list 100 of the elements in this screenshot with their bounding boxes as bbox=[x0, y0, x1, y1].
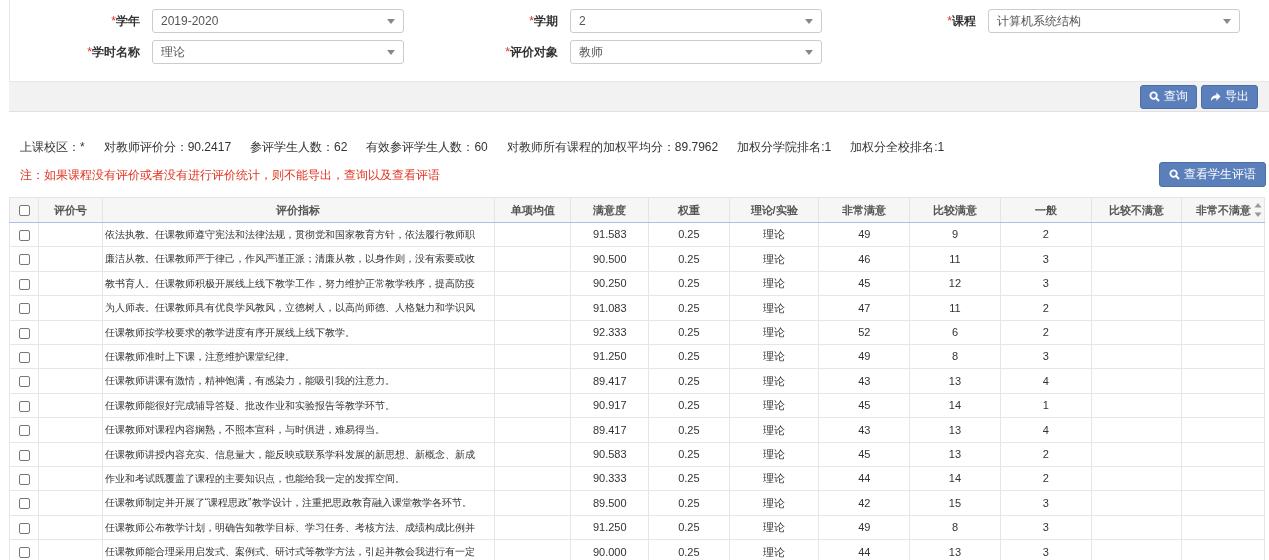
row-checkbox[interactable] bbox=[18, 352, 30, 363]
table-cell: 理论 bbox=[763, 252, 786, 265]
table-cell: 6 bbox=[951, 326, 959, 338]
table-cell: 廉洁从教。任课教师严于律己，作风严谨正派；清廉从教，以身作则，没有索要或收 bbox=[104, 253, 475, 265]
row-checkbox[interactable] bbox=[18, 278, 30, 290]
column-header[interactable]: 理论/实验 bbox=[729, 197, 819, 223]
table-cell: 91.250 bbox=[592, 521, 627, 534]
table-cell: 0.25 bbox=[678, 277, 700, 290]
column-header[interactable]: 一般 bbox=[1000, 197, 1092, 223]
row-checkbox[interactable] bbox=[18, 303, 30, 315]
column-header[interactable]: 非常满意 bbox=[818, 197, 910, 223]
column-header[interactable]: 评价号 bbox=[38, 197, 103, 223]
row-checkbox[interactable] bbox=[18, 230, 30, 242]
column-header[interactable]: 比较不满意 bbox=[1091, 197, 1182, 223]
table-cell: 理论 bbox=[763, 399, 786, 412]
row-checkbox[interactable] bbox=[18, 425, 30, 437]
table-cell: 90.500 bbox=[592, 252, 627, 265]
table-cell: 0.25 bbox=[678, 228, 700, 241]
field-label: *学年 bbox=[110, 13, 141, 30]
table-cell: 13 bbox=[948, 545, 962, 558]
dropdown-field[interactable]: 2 bbox=[570, 9, 822, 33]
scroll-arrows-icon[interactable] bbox=[1254, 202, 1262, 218]
table-cell: 理论 bbox=[763, 374, 786, 387]
table-cell: 91.083 bbox=[592, 301, 627, 314]
stat-text: 加权分全校排名:1 bbox=[850, 139, 945, 156]
table-cell: 教书育人。任课教师积极开展线上线下教学工作，努力维护正常教学秩序，提高防疫 bbox=[104, 277, 475, 289]
search-icon bbox=[1149, 91, 1160, 102]
stat-text: 对教师所有课程的加权平均分：89.7962 bbox=[506, 139, 719, 156]
table-cell: 理论 bbox=[763, 301, 786, 314]
column-header[interactable]: 单项均值 bbox=[494, 197, 571, 223]
table-cell: 理论 bbox=[763, 277, 786, 290]
table-cell: 89.500 bbox=[592, 496, 627, 509]
table-cell: 47 bbox=[858, 301, 871, 314]
table-cell: 0.25 bbox=[678, 472, 700, 485]
table-cell: 91.583 bbox=[592, 228, 627, 241]
row-checkbox[interactable] bbox=[18, 547, 30, 559]
warning-note: 注：如果课程没有评价或者没有进行评价统计，则不能导出，查询以及查看评语 bbox=[20, 166, 440, 184]
table-cell: 4 bbox=[1042, 374, 1049, 387]
table-cell: 0.25 bbox=[678, 350, 700, 363]
dropdown-field[interactable]: 教师 bbox=[570, 40, 822, 64]
field-label: *课程 bbox=[946, 13, 977, 30]
row-checkbox[interactable] bbox=[18, 522, 30, 534]
column-header[interactable]: 评价指标 bbox=[102, 197, 495, 223]
table-cell: 理论 bbox=[763, 545, 786, 558]
table-cell: 42 bbox=[858, 496, 871, 509]
table-cell: 任课教师能合理采用启发式、案例式、研讨式等教学方法，引起并教会我进行有一定 bbox=[104, 546, 475, 558]
table-cell: 理论 bbox=[763, 447, 786, 460]
table-cell: 理论 bbox=[763, 496, 786, 509]
column-header[interactable]: 满意度 bbox=[570, 197, 649, 223]
row-checkbox[interactable] bbox=[18, 376, 30, 388]
row-checkbox[interactable] bbox=[18, 449, 30, 461]
table-cell: 0.25 bbox=[678, 521, 700, 534]
table-cell: 52 bbox=[858, 326, 871, 338]
table-cell: 任课教师按学校要求的教学进度有序开展线上线下教学。 bbox=[104, 326, 355, 338]
row-checkbox[interactable] bbox=[18, 327, 30, 339]
table-cell: 依法执教。任课教师遵守宪法和法律法规，贯彻党和国家教育方针，依法履行教师职 bbox=[104, 229, 475, 241]
caret-icon bbox=[1223, 18, 1231, 24]
table-cell: 理论 bbox=[763, 228, 786, 241]
table-cell: 任课教师对课程内容娴熟，不照本宣科，与时俱进，难易得当。 bbox=[104, 424, 385, 436]
table-cell: 理论 bbox=[763, 423, 786, 436]
stat-text: 参评学生人数：62 bbox=[250, 139, 348, 156]
row-checkbox[interactable] bbox=[18, 254, 30, 266]
export-button[interactable]: 导出 bbox=[1201, 84, 1258, 109]
row-checkbox[interactable] bbox=[18, 498, 30, 510]
column-header[interactable]: 比较满意 bbox=[909, 197, 1001, 223]
table-cell: 3 bbox=[1042, 252, 1049, 265]
table-cell: 12 bbox=[948, 277, 962, 290]
table-cell: 90.000 bbox=[592, 545, 627, 558]
table-cell: 90.333 bbox=[592, 472, 627, 485]
table-cell: 14 bbox=[948, 399, 962, 412]
table-cell: 理论 bbox=[763, 521, 786, 534]
search-icon bbox=[1169, 169, 1180, 180]
table-cell: 2 bbox=[1042, 447, 1049, 460]
table-cell: 任课教师讲课有激情，精神饱满，有感染力，能吸引我的注意力。 bbox=[104, 375, 395, 387]
table-cell: 3 bbox=[1042, 545, 1049, 558]
stat-text: 对教师评价分：90.2417 bbox=[103, 139, 232, 156]
table-cell: 任课教师能很好完成辅导答疑、批改作业和实验报告等教学环节。 bbox=[104, 399, 395, 411]
table-cell: 90.250 bbox=[592, 277, 627, 290]
dropdown-field[interactable]: 计算机系统结构 bbox=[988, 9, 1240, 33]
column-header[interactable]: 权重 bbox=[648, 197, 730, 223]
select-all-checkbox[interactable] bbox=[18, 205, 30, 217]
dropdown-field[interactable]: 2019-2020 bbox=[152, 9, 404, 33]
table-cell: 45 bbox=[858, 399, 871, 412]
table-cell: 4 bbox=[1042, 423, 1049, 436]
row-checkbox[interactable] bbox=[18, 473, 30, 485]
stat-text: 有效参评学生人数：60 bbox=[366, 139, 488, 156]
search-button[interactable]: 查询 bbox=[1140, 84, 1197, 109]
table-cell: 13 bbox=[948, 423, 962, 436]
table-cell: 14 bbox=[948, 472, 962, 485]
table-cell: 任课教师制定并开展了“课程思政”教学设计，注重把思政教育融入课堂教学各环节。 bbox=[104, 497, 472, 509]
table-cell: 13 bbox=[948, 374, 962, 387]
table-cell: 0.25 bbox=[678, 252, 700, 265]
row-checkbox[interactable] bbox=[18, 400, 30, 412]
table-cell: 44 bbox=[858, 545, 871, 558]
view-comments-button[interactable]: 查看学生评语 bbox=[1159, 162, 1266, 187]
table-cell: 89.417 bbox=[592, 374, 627, 387]
table-cell: 0.25 bbox=[678, 326, 700, 338]
table-cell: 0.25 bbox=[678, 496, 700, 509]
dropdown-field[interactable]: 理论 bbox=[152, 40, 404, 64]
table-cell: 2 bbox=[1042, 326, 1049, 338]
